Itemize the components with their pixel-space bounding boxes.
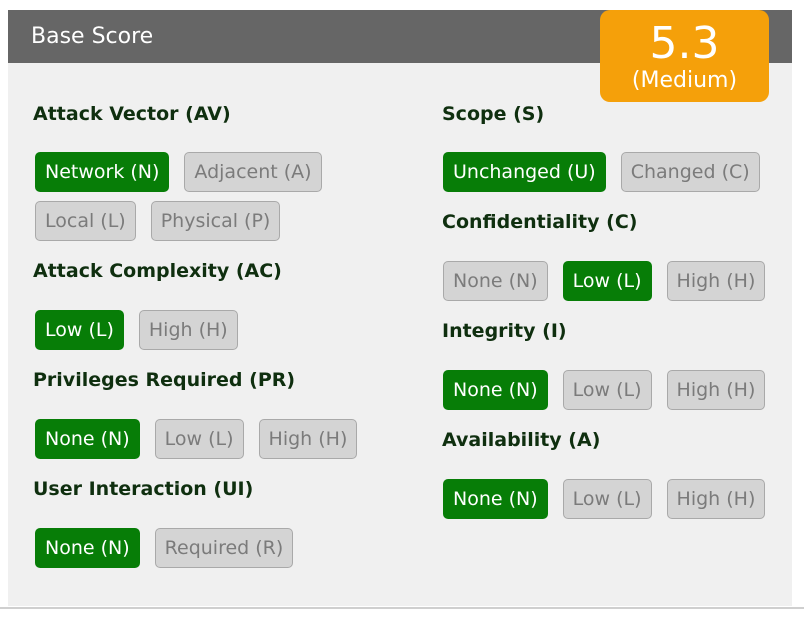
confidentiality-options: None (N) Low (L) High (H) bbox=[443, 261, 766, 301]
ac-high-button[interactable]: High (H) bbox=[138, 310, 238, 350]
a-none-button[interactable]: None (N) bbox=[443, 479, 548, 519]
attack-complexity-options: Low (L) High (H) bbox=[35, 310, 238, 350]
user-interaction-title: User Interaction (UI) bbox=[33, 478, 254, 500]
user-interaction-options: None (N) Required (R) bbox=[35, 528, 294, 568]
attack-complexity-title: Attack Complexity (AC) bbox=[33, 260, 282, 282]
ui-none-button[interactable]: None (N) bbox=[35, 528, 140, 568]
attack-vector-options-row2: Local (L) Physical (P) bbox=[35, 201, 281, 241]
av-network-button[interactable]: Network (N) bbox=[35, 152, 170, 192]
attack-vector-options-row1: Network (N) Adjacent (A) bbox=[35, 152, 322, 192]
score-badge: 5.3 (Medium) bbox=[600, 10, 769, 102]
scope-title: Scope (S) bbox=[442, 103, 545, 125]
c-high-button[interactable]: High (H) bbox=[666, 261, 766, 301]
pr-high-button[interactable]: High (H) bbox=[258, 419, 358, 459]
privileges-required-title: Privileges Required (PR) bbox=[33, 369, 296, 391]
a-low-button[interactable]: Low (L) bbox=[562, 479, 652, 519]
i-high-button[interactable]: High (H) bbox=[666, 370, 766, 410]
pr-low-button[interactable]: Low (L) bbox=[154, 419, 244, 459]
panel-title: Base Score bbox=[31, 24, 154, 49]
c-low-button[interactable]: Low (L) bbox=[562, 261, 652, 301]
base-score-panel: Base Score 5.3 (Medium) Attack Vector (A… bbox=[8, 10, 792, 606]
availability-title: Availability (A) bbox=[442, 429, 601, 451]
av-physical-button[interactable]: Physical (P) bbox=[150, 201, 281, 241]
score-value: 5.3 bbox=[649, 18, 720, 69]
a-high-button[interactable]: High (H) bbox=[666, 479, 766, 519]
ui-required-button[interactable]: Required (R) bbox=[154, 528, 294, 568]
integrity-options: None (N) Low (L) High (H) bbox=[443, 370, 766, 410]
bottom-divider bbox=[0, 607, 804, 609]
attack-vector-title: Attack Vector (AV) bbox=[33, 103, 231, 125]
c-none-button[interactable]: None (N) bbox=[443, 261, 548, 301]
score-severity: (Medium) bbox=[631, 68, 738, 93]
i-none-button[interactable]: None (N) bbox=[443, 370, 548, 410]
s-unchanged-button[interactable]: Unchanged (U) bbox=[443, 152, 606, 192]
confidentiality-title: Confidentiality (C) bbox=[442, 211, 638, 233]
av-local-button[interactable]: Local (L) bbox=[35, 201, 136, 241]
av-adjacent-button[interactable]: Adjacent (A) bbox=[184, 152, 322, 192]
availability-options: None (N) Low (L) High (H) bbox=[443, 479, 766, 519]
ac-low-button[interactable]: Low (L) bbox=[35, 310, 124, 350]
pr-none-button[interactable]: None (N) bbox=[35, 419, 140, 459]
integrity-title: Integrity (I) bbox=[442, 320, 567, 342]
privileges-required-options: None (N) Low (L) High (H) bbox=[35, 419, 358, 459]
scope-options: Unchanged (U) Changed (C) bbox=[443, 152, 760, 192]
i-low-button[interactable]: Low (L) bbox=[562, 370, 652, 410]
s-changed-button[interactable]: Changed (C) bbox=[620, 152, 760, 192]
